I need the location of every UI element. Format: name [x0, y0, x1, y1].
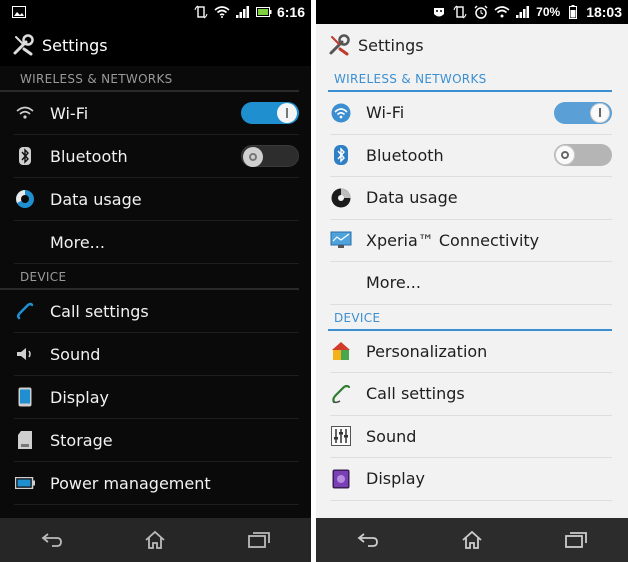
status-bar: 70% 18:03 [316, 0, 628, 24]
wifi-status-icon [214, 4, 230, 20]
settings-item-more[interactable]: More... [14, 221, 299, 264]
settings-item-wifi[interactable]: Wi-Fi [330, 92, 612, 135]
settings-item-label: Data usage [50, 189, 142, 209]
settings-item-wifi[interactable]: Wi-Fi [14, 92, 299, 135]
clock: 6:16 [276, 4, 305, 20]
wifi-status-icon [494, 4, 510, 20]
wifi-icon [14, 102, 36, 124]
dark-settings-screen: 6:16 Settings WIRELESS & NETWORKS Wi-Fi … [0, 0, 311, 562]
section-device: DEVICE [328, 305, 612, 331]
settings-item-call-settings[interactable]: Call settings [330, 373, 612, 416]
settings-item-bluetooth[interactable]: Bluetooth [330, 135, 612, 177]
rotate-icon [193, 4, 209, 20]
settings-item-label: Display [366, 469, 425, 489]
battery-status-icon [255, 4, 272, 20]
settings-item-label: Xperia™ Connectivity [366, 230, 540, 250]
settings-item-label: Personalization [366, 341, 488, 361]
personalization-icon [330, 340, 352, 362]
phone-icon [330, 383, 352, 405]
gallery-notification-icon [11, 4, 27, 20]
storage-icon [14, 429, 36, 451]
settings-item-label: Wi-Fi [366, 103, 405, 123]
status-bar: 6:16 [0, 0, 311, 24]
wifi-toggle[interactable] [241, 102, 299, 124]
back-icon[interactable] [344, 522, 392, 558]
settings-item-label: Data usage [366, 188, 458, 208]
face-notification-icon [431, 4, 447, 20]
navigation-bar [0, 518, 311, 562]
settings-item-label: Sound [50, 344, 101, 364]
settings-item-label: Sound [366, 426, 417, 446]
navigation-bar [316, 518, 628, 562]
wifi-toggle[interactable] [554, 101, 612, 124]
battery-status-icon [565, 4, 581, 20]
battery-percent: 70% [536, 5, 561, 19]
section-wireless-networks: WIRELESS & NETWORKS [328, 66, 612, 92]
settings-item-label: Wi-Fi [50, 103, 89, 123]
settings-item-power-management[interactable]: Power management [14, 462, 299, 505]
settings-item-personalization[interactable]: Personalization [330, 331, 612, 373]
section-device: DEVICE [0, 264, 299, 290]
monitor-icon [330, 229, 352, 251]
data-usage-icon [14, 188, 36, 210]
light-settings-screen: 70% 18:03 Settings WIRELESS & NETWORKS W… [316, 0, 628, 562]
page-title: Settings [358, 35, 424, 55]
wifi-icon [330, 102, 352, 124]
bluetooth-icon [330, 144, 352, 166]
equalizer-icon [330, 425, 352, 447]
recents-icon[interactable] [235, 522, 283, 558]
settings-item-more[interactable]: More... [330, 262, 612, 305]
settings-item-sound[interactable]: Sound [330, 416, 612, 458]
home-icon[interactable] [131, 522, 179, 558]
action-bar: Settings [0, 24, 311, 66]
alarm-icon [473, 4, 489, 20]
settings-item-bluetooth[interactable]: Bluetooth [14, 135, 299, 178]
data-usage-icon [330, 187, 352, 209]
settings-item-xperia-connectivity[interactable]: Xperia™ Connectivity [330, 220, 612, 262]
page-title: Settings [42, 35, 108, 55]
battery-icon [14, 472, 36, 494]
settings-item-storage[interactable]: Storage [14, 419, 299, 462]
settings-item-label: Call settings [366, 384, 465, 404]
settings-item-data-usage[interactable]: Data usage [14, 178, 299, 221]
settings-item-data-usage[interactable]: Data usage [330, 177, 612, 220]
phone-icon [14, 300, 36, 322]
settings-item-label: Storage [50, 430, 113, 450]
settings-item-label: More... [50, 232, 105, 252]
bluetooth-toggle[interactable] [241, 145, 299, 167]
display-icon [330, 468, 352, 490]
recents-icon[interactable] [552, 522, 600, 558]
back-icon[interactable] [28, 522, 76, 558]
display-icon [14, 386, 36, 408]
signal-icon [235, 4, 251, 20]
action-bar: Settings [316, 24, 628, 66]
settings-item-label: Display [50, 387, 109, 407]
home-icon[interactable] [448, 522, 496, 558]
settings-item-call-settings[interactable]: Call settings [14, 290, 299, 333]
signal-icon [515, 4, 531, 20]
settings-item-label: Call settings [50, 301, 149, 321]
bluetooth-icon [14, 145, 36, 167]
section-wireless-networks: WIRELESS & NETWORKS [0, 66, 299, 92]
speaker-icon [14, 343, 36, 365]
wrench-icon[interactable] [328, 33, 352, 57]
settings-item-display[interactable]: Display [330, 458, 612, 501]
settings-item-label: Bluetooth [50, 146, 128, 166]
bluetooth-toggle[interactable] [554, 144, 612, 167]
settings-item-label: Power management [50, 473, 211, 493]
settings-item-label: More... [366, 273, 421, 293]
settings-item-display[interactable]: Display [14, 376, 299, 419]
rotate-icon [452, 4, 468, 20]
clock: 18:03 [586, 4, 622, 20]
settings-item-sound[interactable]: Sound [14, 333, 299, 376]
settings-item-label: Bluetooth [366, 145, 444, 165]
wrench-icon[interactable] [12, 33, 36, 57]
